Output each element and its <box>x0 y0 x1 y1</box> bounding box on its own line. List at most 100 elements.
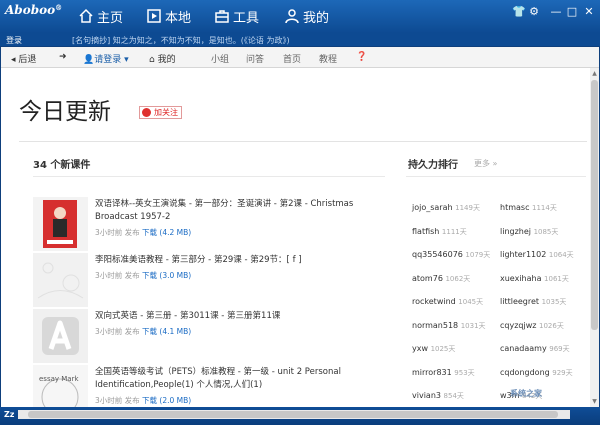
user-icon <box>285 9 299 24</box>
ranking-user-name[interactable]: rocketwind <box>412 297 456 306</box>
ranking-user-name[interactable]: cqyzqjwz <box>500 321 536 330</box>
homepage-link[interactable]: 首页 <box>283 52 301 65</box>
course-count: 34 个新课件 <box>33 160 91 171</box>
content-area: 今日更新 加关注 34 个新课件 持久力排行 更多 » 双语译林--英女王演说集… <box>1 68 590 407</box>
ranking-item[interactable]: norman518 1031天 <box>412 321 486 331</box>
ranking-item[interactable]: qq35546076 1079天 <box>412 250 490 260</box>
ranking-days: 1085天 <box>533 227 559 236</box>
course-time: 3小时前 发布 <box>95 396 140 405</box>
follow-button[interactable]: 加关注 <box>139 106 182 119</box>
home-icon <box>79 8 93 23</box>
login-menu[interactable]: 👤请登录 ▾ <box>83 52 129 65</box>
ranking-days: 1031天 <box>460 321 486 330</box>
course-title-link[interactable]: 全国英语等级考试（PETS）标准教程 - 第一级 - unit 2 Person… <box>95 366 385 392</box>
nav-tools-tab[interactable]: 工具 <box>214 6 259 26</box>
course-time: 3小时前 发布 <box>95 327 140 336</box>
course-thumbnail[interactable] <box>33 309 88 363</box>
ranking-item[interactable]: canadaamy 969天 <box>500 344 570 354</box>
ranking-days: 1025天 <box>430 345 456 353</box>
download-link[interactable]: 下载 (3.0 MB) <box>142 271 191 280</box>
nav-mine-label: 我的 <box>303 10 330 26</box>
download-link[interactable]: 下载 (2.0 MB) <box>142 396 191 405</box>
ranking-days: 854天 <box>443 392 464 400</box>
ranking-item[interactable]: lingzhej 1085天 <box>500 227 558 237</box>
course-title-link[interactable]: 双语译林--英女王演说集 - 第一部分：圣诞演讲 - 第2课 - Christm… <box>95 198 385 224</box>
login-link[interactable]: 登录 <box>6 35 22 46</box>
ranking-user-name[interactable]: cqdongdong <box>500 368 550 377</box>
ranking-item[interactable]: flatfish 1111天 <box>412 227 467 237</box>
ranking-item[interactable]: atom76 1062天 <box>412 274 470 284</box>
course-item: 双向式英语 - 第三册 - 第3011课 - 第三册第11课 3小时前 发布 下… <box>33 309 383 365</box>
ranking-user-name[interactable]: canadaamy <box>500 344 547 353</box>
ranking-user-name[interactable]: norman518 <box>412 321 458 330</box>
ranking-user-name[interactable]: xuexihaha <box>500 274 542 283</box>
ranking-user-name[interactable]: jojo_sarah <box>412 203 453 212</box>
course-thumbnail[interactable] <box>33 253 88 307</box>
course-thumbnail[interactable] <box>33 197 88 251</box>
nav-home-tab[interactable]: 主页 <box>78 6 123 26</box>
ranking-user-name[interactable]: atom76 <box>412 274 443 283</box>
back-button[interactable]: ◂ 后退 <box>11 52 36 65</box>
course-time: 3小时前 发布 <box>95 271 140 280</box>
ranking-user-name[interactable]: htmasc <box>500 203 529 212</box>
close-button[interactable]: ✕ <box>583 5 595 18</box>
ranking-item[interactable]: rocketwind 1045天 <box>412 297 483 307</box>
vertical-scrollbar[interactable]: ▲ ▼ <box>590 68 599 407</box>
maximize-button[interactable]: □ <box>566 5 578 18</box>
ranking-days: 1035天 <box>541 298 567 306</box>
ranking-item[interactable]: htmasc 1114天 <box>500 203 557 213</box>
ranking-item[interactable]: lighter1102 1064天 <box>500 250 574 260</box>
ranking-days: 1064天 <box>548 251 574 259</box>
mine-link[interactable]: ⌂ 我的 <box>149 52 176 65</box>
nav-local-tab[interactable]: 本地 <box>146 6 191 26</box>
qa-link[interactable]: 问答 <box>246 52 264 65</box>
course-thumbnail[interactable]: essay Mark <box>33 365 88 407</box>
user-small-icon: 👤 <box>83 55 95 65</box>
ranking-item[interactable]: vivian3 854天 <box>412 391 464 401</box>
ranking-item[interactable]: cqdongdong 929天 <box>500 368 573 378</box>
ranking-user-name[interactable]: qq35546076 <box>412 250 463 259</box>
ranking-user-name[interactable]: flatfish <box>412 227 439 236</box>
watermark-mark: XP <box>478 378 512 403</box>
ranking-days: 1026天 <box>539 321 564 330</box>
svg-text:essay Mark: essay Mark <box>39 375 79 383</box>
ranking-item[interactable]: xuexihaha 1061天 <box>500 274 569 284</box>
scrollbar-thumb[interactable] <box>591 80 598 330</box>
course-item: 李阳标准美语教程 - 第三部分 - 第29课 - 第29节：[ f ] 3小时前… <box>33 253 383 309</box>
ranking-item[interactable]: mirror831 953天 <box>412 368 475 378</box>
forward-button[interactable]: ➜ <box>59 52 67 62</box>
ranking-user-name[interactable]: vivian3 <box>412 391 441 400</box>
ranking-item[interactable]: yxw 1025天 <box>412 344 455 354</box>
ranking-user-name[interactable]: mirror831 <box>412 368 452 377</box>
ranking-item[interactable]: jojo_sarah 1149天 <box>412 203 480 213</box>
ranking-days: 1061天 <box>544 274 569 283</box>
settings-icon[interactable]: ⚙ <box>528 5 540 18</box>
ranking-user-name[interactable]: lingzhej <box>500 227 531 236</box>
ranking-days: 969天 <box>549 345 570 353</box>
group-link[interactable]: 小组 <box>211 52 229 65</box>
ranking-item[interactable]: littleegret 1035天 <box>500 297 566 307</box>
ranking-user-name[interactable]: littleegret <box>500 297 539 306</box>
minimize-button[interactable]: — <box>550 5 562 18</box>
ranking-user-name[interactable]: yxw <box>412 344 428 353</box>
ranking-item[interactable]: cqyzqjwz 1026天 <box>500 321 564 331</box>
skin-icon[interactable]: 👕 <box>512 5 526 18</box>
help-icon[interactable]: ❓ <box>356 52 367 62</box>
ranking-more-link[interactable]: 更多 » <box>474 158 497 169</box>
scroll-up-icon[interactable]: ▲ <box>591 70 598 77</box>
ranking-days: 1149天 <box>455 204 480 212</box>
course-time: 3小时前 发布 <box>95 228 140 237</box>
download-link[interactable]: 下载 (4.2 MB) <box>142 228 191 237</box>
course-meta: 3小时前 发布 下载 (4.1 MB) <box>95 326 191 337</box>
tutorial-link[interactable]: 教程 <box>319 52 337 65</box>
course-meta: 3小时前 发布 下载 (2.0 MB) <box>95 395 191 406</box>
download-link[interactable]: 下载 (4.1 MB) <box>142 327 191 336</box>
course-title-link[interactable]: 双向式英语 - 第三册 - 第3011课 - 第三册第11课 <box>95 310 385 323</box>
ranking-user-name[interactable]: lighter1102 <box>500 250 546 259</box>
course-title-link[interactable]: 李阳标准美语教程 - 第三部分 - 第29课 - 第29节：[ f ] <box>95 254 385 267</box>
nav-home-label: 主页 <box>97 10 124 26</box>
title-bar: Aboboo® 主页 本地 工具 我的 👕 ⚙ — □ ✕ <box>0 0 600 33</box>
nav-mine-tab[interactable]: 我的 <box>284 6 329 26</box>
ranking-days: 1111天 <box>441 227 467 236</box>
watermark-text: 系统之家 <box>510 389 542 398</box>
